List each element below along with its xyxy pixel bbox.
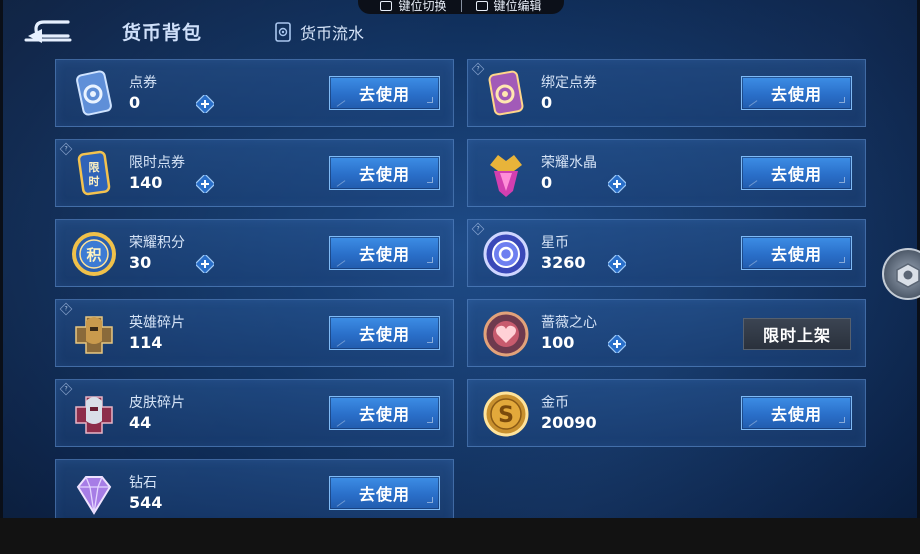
key-edit-button[interactable]: 键位编辑	[475, 0, 542, 13]
currency-count: 30	[129, 253, 152, 272]
currency-card: ? 英雄碎片 114 去使用	[55, 299, 454, 367]
currency-card: 积 荣耀积分 30 去使用	[55, 219, 454, 287]
currency-name: 钻石	[129, 475, 157, 491]
back-button[interactable]	[22, 18, 76, 44]
currency-count: 140	[129, 173, 163, 192]
side-settings-button[interactable]	[882, 248, 920, 300]
glory-crystal-icon	[480, 147, 532, 201]
currency-card: ? 绑定点券 0 去使用	[467, 59, 866, 127]
hero-fragment-icon	[68, 307, 120, 361]
overlay-divider	[460, 0, 462, 12]
ledger-icon	[275, 22, 291, 42]
currency-bag-screen: 键位切换 键位编辑 货币背包 货币流水 点券 0 去使用? 绑定点券 0 去使用? 限时限时…	[0, 0, 920, 554]
currency-name: 英雄碎片	[129, 315, 185, 331]
add-currency-button[interactable]	[194, 93, 216, 115]
currency-count: 0	[541, 93, 553, 112]
key-switch-button[interactable]: 键位切换	[380, 0, 447, 13]
currency-card: S 金币 20090 去使用	[467, 379, 866, 447]
currency-flow-tab[interactable]: 货币流水	[274, 20, 364, 44]
add-currency-button[interactable]	[606, 173, 628, 195]
currency-name: 星币	[541, 235, 569, 251]
currency-card: 荣耀水晶 0 去使用	[467, 139, 866, 207]
svg-text:S: S	[498, 403, 514, 428]
currency-grid: 点券 0 去使用? 绑定点券 0 去使用? 限时限时点券 140 去使用 荣耀水晶 0 去使用积荣耀积…	[55, 59, 867, 527]
currency-count: 114	[129, 333, 163, 352]
use-button[interactable]: 去使用	[329, 236, 440, 270]
currency-count: 0	[541, 173, 553, 192]
use-button[interactable]: 去使用	[329, 316, 440, 350]
rose-heart-icon	[480, 307, 532, 361]
currency-flow-label: 货币流水	[300, 24, 365, 43]
use-button[interactable]: 去使用	[329, 476, 440, 510]
svg-text:时: 时	[89, 174, 100, 188]
glory-points-icon: 积	[68, 227, 120, 281]
svg-text:积: 积	[86, 246, 101, 264]
add-currency-button[interactable]	[194, 253, 216, 275]
back-arrow-icon	[24, 20, 72, 43]
currency-count: 44	[129, 413, 152, 432]
add-currency-button[interactable]	[606, 253, 628, 275]
key-switch-label: 键位切换	[398, 0, 447, 13]
currency-card: ? 限时限时点券 140 去使用	[55, 139, 454, 207]
currency-name: 限时点券	[129, 155, 185, 171]
skin-fragment-icon	[68, 387, 120, 441]
add-currency-button[interactable]	[606, 333, 628, 355]
use-button[interactable]: 去使用	[329, 76, 440, 110]
currency-name: 蔷薇之心	[541, 315, 597, 331]
star-coin-icon	[480, 227, 532, 281]
currency-card: 蔷薇之心 100 限时上架	[467, 299, 866, 367]
add-currency-button[interactable]	[194, 173, 216, 195]
gamepad-icon	[380, 1, 393, 11]
use-button[interactable]: 去使用	[329, 396, 440, 430]
page-title: 货币背包	[122, 22, 203, 44]
currency-name: 点券	[129, 75, 157, 91]
gold-coin-icon: S	[480, 387, 532, 441]
currency-name: 荣耀水晶	[541, 155, 597, 171]
currency-card: ? 皮肤碎片 44 去使用	[55, 379, 454, 447]
key-overlay-bar: 键位切换 键位编辑	[358, 0, 564, 14]
limited-time-button: 限时上架	[743, 318, 851, 350]
key-edit-label: 键位编辑	[493, 0, 542, 13]
use-button[interactable]: 去使用	[741, 396, 852, 430]
use-button[interactable]: 去使用	[741, 156, 852, 190]
left-border	[0, 0, 3, 518]
use-button[interactable]: 去使用	[329, 156, 440, 190]
svg-text:限: 限	[89, 160, 100, 174]
currency-name: 绑定点券	[541, 75, 597, 91]
hexagon-icon	[896, 263, 920, 288]
use-button[interactable]: 去使用	[741, 76, 852, 110]
currency-name: 金币	[541, 395, 569, 411]
limited-ticket-icon: 限时	[68, 147, 120, 201]
currency-card: 钻石 544 去使用	[55, 459, 454, 527]
currency-count: 100	[541, 333, 575, 352]
diamond-icon	[68, 467, 120, 521]
currency-count: 0	[129, 93, 141, 112]
currency-card: ? 星币 3260 去使用	[467, 219, 866, 287]
currency-count: 20090	[541, 413, 597, 432]
edit-icon	[475, 1, 488, 11]
use-button[interactable]: 去使用	[741, 236, 852, 270]
ticket-icon	[68, 67, 120, 121]
bottom-bar	[0, 518, 920, 554]
bound-ticket-icon	[480, 67, 532, 121]
currency-card: 点券 0 去使用	[55, 59, 454, 127]
currency-count: 544	[129, 493, 163, 512]
currency-name: 荣耀积分	[129, 235, 185, 251]
currency-name: 皮肤碎片	[129, 395, 185, 411]
currency-count: 3260	[541, 253, 586, 272]
